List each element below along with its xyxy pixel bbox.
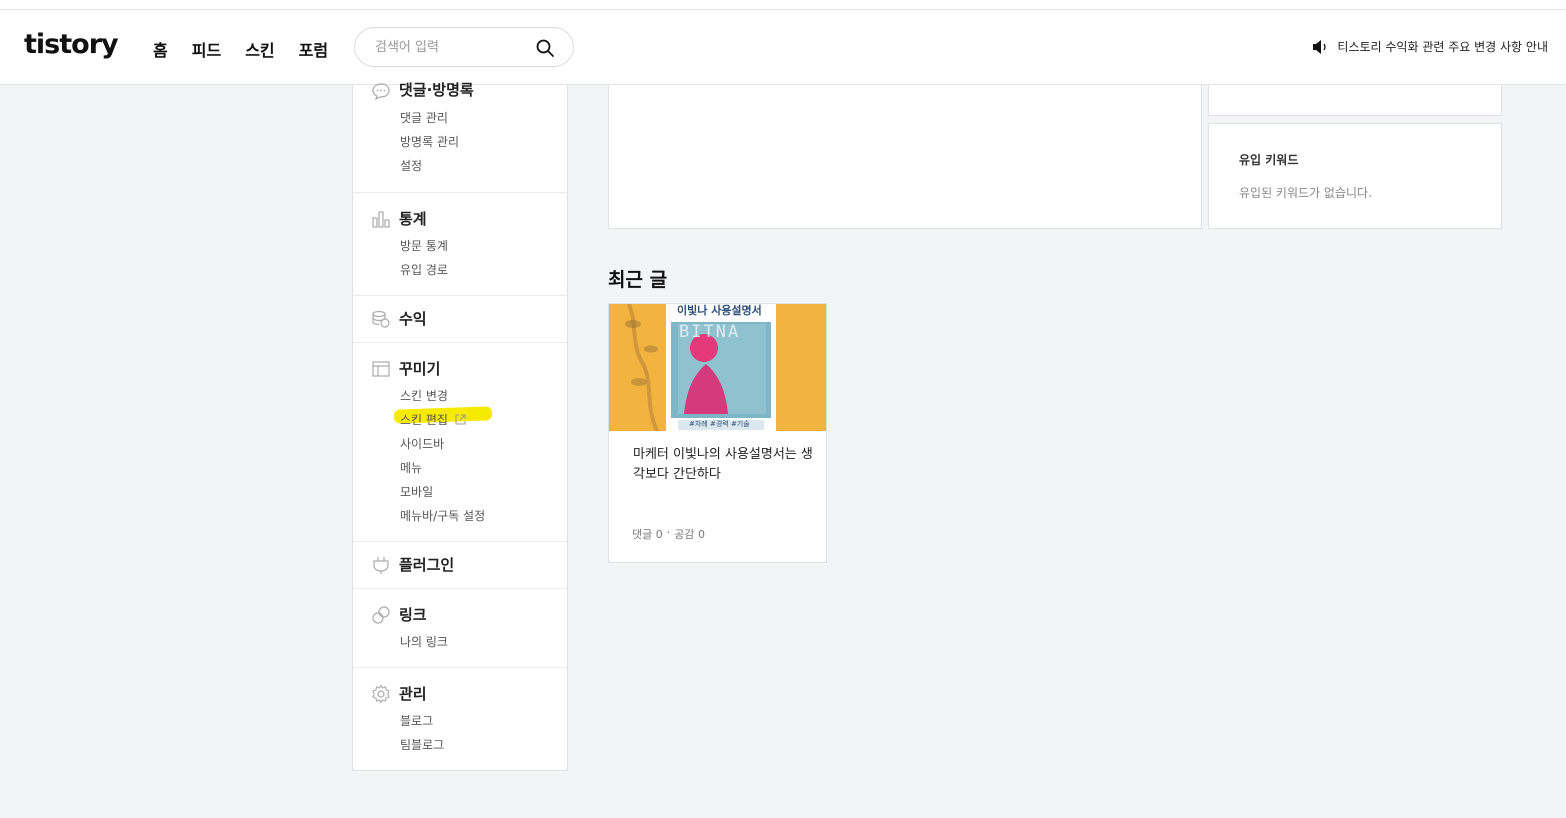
external-link-icon [455, 414, 466, 425]
sidebar-section-plugin: 플러그인 [353, 541, 567, 588]
sidebar-item-blog[interactable]: 블로그 [400, 712, 433, 729]
meta-separator: · [666, 526, 671, 539]
speaker-icon [1313, 39, 1327, 54]
comment-icon [372, 83, 390, 101]
thumbnail-text: BITNA [679, 322, 741, 342]
keyword-panel: 유입 키워드 유입된 키워드가 없습니다. [1208, 123, 1502, 229]
thumbnail-tags: #차례 #경력 #기술 [689, 420, 750, 428]
post-thumbnail: 이빛나 사용설명서 BITNA #차례 #경력 #기술 [609, 304, 826, 431]
sidebar-section-manage: 관리 블로그 팀블로그 [353, 667, 567, 771]
sidebar-item-referrer[interactable]: 유입 경로 [400, 261, 448, 278]
sidebar-title-stats[interactable]: 통계 [399, 208, 427, 229]
thumbnail-heading: 이빛나 사용설명서 [677, 304, 762, 317]
layout-icon [372, 361, 390, 377]
sidebar-item-menu[interactable]: 메뉴 [400, 459, 422, 476]
sidebar-section-link: 링크 나의 링크 [353, 588, 567, 667]
keyword-title: 유입 키워드 [1239, 153, 1299, 167]
search-icon[interactable] [535, 38, 555, 58]
bar-chart-icon [372, 211, 390, 228]
global-header: tistory 홈 피드 스킨 포럼 티스토리 수익화 관련 주요 변경 사항 … [0, 10, 1566, 85]
sidebar-item-skin-edit[interactable]: 스킨 편집 [400, 411, 466, 428]
sidebar-title-manage[interactable]: 관리 [399, 683, 427, 704]
nav-forum[interactable]: 포럼 [299, 37, 328, 61]
notice-link[interactable]: 티스토리 수익화 관련 주요 변경 사항 안내 [1312, 38, 1548, 55]
post-comments-count: 댓글 0 [632, 528, 663, 541]
recent-posts-title: 최근 글 [608, 269, 668, 291]
sidebar-item-guestbook-manage[interactable]: 방명록 관리 [400, 133, 459, 150]
sidebar-item-skin-change[interactable]: 스킨 변경 [400, 387, 448, 404]
nav-home[interactable]: 홈 [153, 37, 168, 61]
sidebar-item-sidebar[interactable]: 사이드바 [400, 435, 444, 452]
search-box [354, 27, 574, 67]
top-strip [0, 0, 1566, 10]
sidebar-item-comment-manage[interactable]: 댓글 관리 [400, 109, 448, 126]
sidebar-title-revenue[interactable]: 수익 [399, 308, 427, 329]
admin-sidebar: 댓글·방명록 댓글 관리 방명록 관리 설정 통계 방문 통계 유입 경로 수익 [352, 81, 568, 771]
sidebar-item-team-blog[interactable]: 팀블로그 [400, 736, 444, 753]
sidebar-section-revenue: 수익 [353, 295, 567, 342]
nav-feed[interactable]: 피드 [192, 37, 221, 61]
gear-icon [372, 684, 390, 704]
sidebar-section-decorate: 꾸미기 스킨 변경 스킨 편집 사이드바 메뉴 모바일 메뉴바/구독 설정 [353, 342, 567, 541]
plug-icon [373, 557, 389, 574]
coins-icon [372, 310, 390, 328]
link-icon [372, 606, 390, 624]
sidebar-item-menubar-subscribe[interactable]: 메뉴바/구독 설정 [400, 507, 485, 524]
sidebar-item-visit-stats[interactable]: 방문 통계 [400, 237, 448, 254]
notice-text: 티스토리 수익화 관련 주요 변경 사항 안내 [1337, 40, 1548, 54]
search-input[interactable] [375, 37, 535, 57]
tistory-logo[interactable]: tistory [24, 29, 119, 60]
global-nav: 홈 피드 스킨 포럼 [153, 37, 328, 61]
side-panel-top [1208, 85, 1502, 116]
sidebar-item-my-link[interactable]: 나의 링크 [400, 633, 448, 650]
post-title[interactable]: 마케터 이빛나의 사용설명서는 생각보다 간단하다 [633, 445, 813, 485]
sidebar-title-plugin[interactable]: 플러그인 [399, 554, 454, 575]
sidebar-title-link[interactable]: 링크 [399, 604, 427, 625]
post-likes-count: 공감 0 [674, 528, 705, 541]
sidebar-section-stats: 통계 방문 통계 유입 경로 [353, 192, 567, 295]
sidebar-title-decorate[interactable]: 꾸미기 [399, 358, 440, 379]
stats-panel [608, 85, 1202, 229]
sidebar-item-mobile[interactable]: 모바일 [400, 483, 433, 500]
sidebar-item-comment-settings[interactable]: 설정 [400, 157, 422, 174]
keyword-empty-text: 유입된 키워드가 없습니다. [1239, 186, 1372, 200]
nav-skin[interactable]: 스킨 [245, 37, 274, 61]
sidebar-section-comments: 댓글·방명록 댓글 관리 방명록 관리 설정 [353, 75, 567, 192]
skin-edit-label: 스킨 편집 [400, 413, 448, 427]
post-meta: 댓글 0 · 공감 0 [632, 526, 705, 542]
post-card[interactable]: 이빛나 사용설명서 BITNA #차례 #경력 #기술 마케터 이빛나의 사용설… [608, 303, 827, 563]
sidebar-title-comments[interactable]: 댓글·방명록 [399, 79, 474, 100]
